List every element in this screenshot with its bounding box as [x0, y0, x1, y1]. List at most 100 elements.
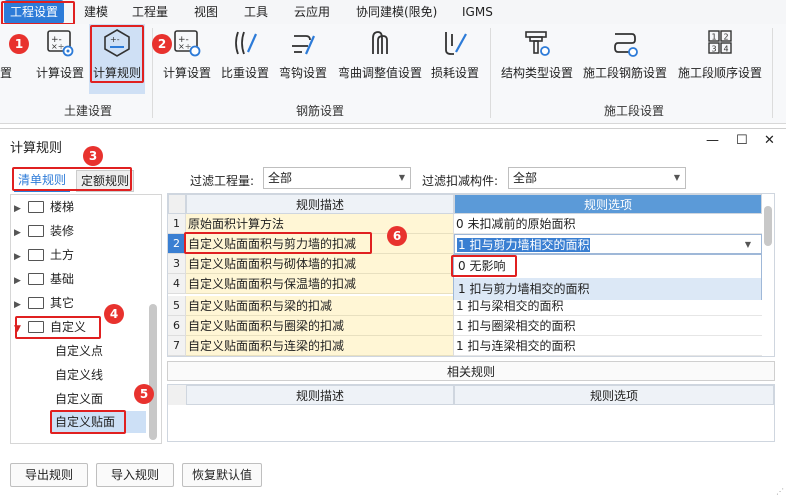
segment-rebar-icon [614, 33, 638, 57]
badge-4: 4 [104, 304, 124, 324]
highlight-custom-folder [15, 316, 101, 339]
maximize-button[interactable]: ☐ [736, 133, 748, 148]
filter-component-label: 过滤扣减构件: [422, 174, 499, 188]
highlight-row-2 [184, 232, 372, 254]
rule-description[interactable]: 自定义贴面面积与梁的扣减 [186, 296, 454, 316]
segment-rebar-settings-button[interactable]: 施工段钢筋设置 [578, 24, 672, 94]
rule-option-select[interactable]: 1 扣与剪力墙相交的面积 ▼ [454, 234, 762, 254]
rule-option[interactable]: 0 未扣减前的原始面积 [454, 214, 762, 234]
folder-icon [28, 200, 44, 213]
badge-2: 2 [152, 34, 172, 54]
tree-folder-stairs[interactable]: ▶ 楼梯 [14, 196, 74, 218]
tree-folder-foundation[interactable]: ▶ 基础 [14, 268, 74, 290]
related-header-option: 规则选项 [454, 385, 774, 405]
hook-icon [292, 35, 316, 55]
row-number: 7 [168, 336, 186, 356]
svg-text:2: 2 [724, 33, 729, 42]
tree-scrollbar[interactable] [149, 304, 157, 440]
grid-header-description: 规则描述 [186, 194, 454, 214]
ribbon: 置 +- ×÷ 计算设置 +- 计算规则 +- ×÷ 计算设置 比重设置 弯钩设… [0, 24, 786, 124]
minimize-button[interactable]: — [706, 133, 719, 148]
grid-header-option: 规则选项 [454, 194, 762, 214]
chevron-right-icon: ▶ [14, 204, 21, 214]
rule-description[interactable]: 自定义贴面面积与保温墙的扣减 [186, 274, 454, 294]
badge-5: 5 [134, 384, 154, 404]
badge-1: 1 [9, 34, 29, 54]
chevron-down-icon: ▼ [673, 173, 680, 182]
menu-quantity[interactable]: 工程量 [132, 0, 168, 24]
svg-text:3: 3 [712, 45, 717, 54]
badge-3: 3 [83, 146, 103, 166]
calc-settings-civil-button[interactable]: +- ×÷ 计算设置 [32, 24, 88, 94]
row-number: 6 [168, 316, 186, 336]
tree-folder-decoration[interactable]: ▶ 装修 [14, 220, 74, 242]
filter-quantity-label: 过滤工程量: [190, 174, 255, 188]
menu-view[interactable]: 视图 [194, 0, 218, 24]
rule-option[interactable]: 1 扣与圈梁相交的面积 [454, 316, 762, 336]
structure-type-settings-button[interactable]: 结构类型设置 [498, 24, 576, 94]
structure-type-icon [525, 31, 550, 56]
highlight-menu [1, 1, 75, 25]
chevron-right-icon: ▶ [14, 276, 21, 286]
close-button[interactable]: ✕ [764, 133, 775, 148]
tree-item-custom-line[interactable]: 自定义线 [55, 364, 103, 386]
chevron-right-icon: ▶ [14, 228, 21, 238]
menu-modeling[interactable]: 建模 [84, 0, 108, 24]
svg-text:×÷: ×÷ [178, 42, 191, 51]
density-settings-button[interactable]: 比重设置 [216, 24, 274, 94]
tree-folder-other[interactable]: ▶ 其它 [14, 292, 74, 314]
loss-icon [445, 32, 467, 55]
related-header-description: 规则描述 [186, 385, 454, 405]
loss-settings-button[interactable]: 损耗设置 [428, 24, 482, 94]
folder-icon [28, 248, 44, 261]
row-number: 3 [168, 254, 186, 274]
row-number: 1 [168, 214, 186, 234]
tree-item-custom-face[interactable]: 自定义面 [55, 388, 103, 410]
chevron-down-icon: ▼ [398, 173, 405, 182]
import-rules-button[interactable]: 导入规则 [96, 463, 174, 487]
resize-grip-icon[interactable]: ⋰ [776, 488, 784, 496]
menu-igms[interactable]: IGMS [462, 0, 493, 24]
chevron-down-icon: ▼ [744, 240, 751, 249]
grid-corner [168, 194, 186, 214]
highlight-tabs [12, 167, 132, 191]
rule-description[interactable]: 原始面积计算方法 [186, 214, 454, 234]
rule-description[interactable]: 自定义贴面面积与连梁的扣减 [186, 336, 454, 356]
menu-cloud[interactable]: 云应用 [294, 0, 330, 24]
separator [490, 28, 491, 118]
bend-adjust-settings-button[interactable]: 弯曲调整值设置 [332, 24, 428, 94]
row-number: 5 [168, 296, 186, 316]
folder-icon [28, 224, 44, 237]
bend-icon [372, 31, 388, 54]
tree-folder-earthwork[interactable]: ▶ 土方 [14, 244, 74, 266]
svg-text:1: 1 [712, 33, 717, 42]
tree-item-custom-point[interactable]: 自定义点 [55, 340, 103, 362]
menu-collab[interactable]: 协同建模(限免) [356, 0, 437, 24]
dialog-title: 计算规则 [10, 141, 63, 156]
svg-text:4: 4 [724, 45, 729, 54]
rule-description[interactable]: 自定义贴面面积与圈梁的扣减 [186, 316, 454, 336]
related-grid-corner [168, 385, 186, 405]
chevron-right-icon: ▶ [14, 252, 21, 262]
grid-scrollbar[interactable] [764, 206, 772, 246]
rule-option[interactable]: 1 扣与连梁相交的面积 [454, 336, 762, 356]
related-rules-header[interactable]: 相关规则 [167, 361, 775, 381]
highlight-option-no-effect [451, 255, 517, 277]
density-icon [235, 31, 258, 55]
group-label-segment: 施工段设置 [604, 104, 665, 118]
separator [772, 28, 773, 118]
export-rules-button[interactable]: 导出规则 [10, 463, 88, 487]
folder-icon [28, 296, 44, 309]
segment-order-icon: 1 2 3 4 [708, 30, 732, 54]
rule-description[interactable]: 自定义贴面面积与砌体墙的扣减 [186, 254, 454, 274]
dropdown-option[interactable]: 1 扣与剪力墙相交的面积 [454, 278, 761, 300]
highlight-custom-facing [50, 410, 126, 434]
hook-settings-button[interactable]: 弯钩设置 [274, 24, 332, 94]
filter-quantity-select[interactable]: 全部 ▼ [263, 167, 411, 189]
filter-component-select[interactable]: 全部 ▼ [508, 167, 686, 189]
group-label-civil: 土建设置 [64, 104, 113, 118]
segment-order-settings-button[interactable]: 1 2 3 4 施工段顺序设置 [674, 24, 766, 94]
calc-settings-icon: +- ×÷ [47, 30, 74, 57]
restore-defaults-button[interactable]: 恢复默认值 [182, 463, 262, 487]
menu-tools[interactable]: 工具 [244, 0, 268, 24]
